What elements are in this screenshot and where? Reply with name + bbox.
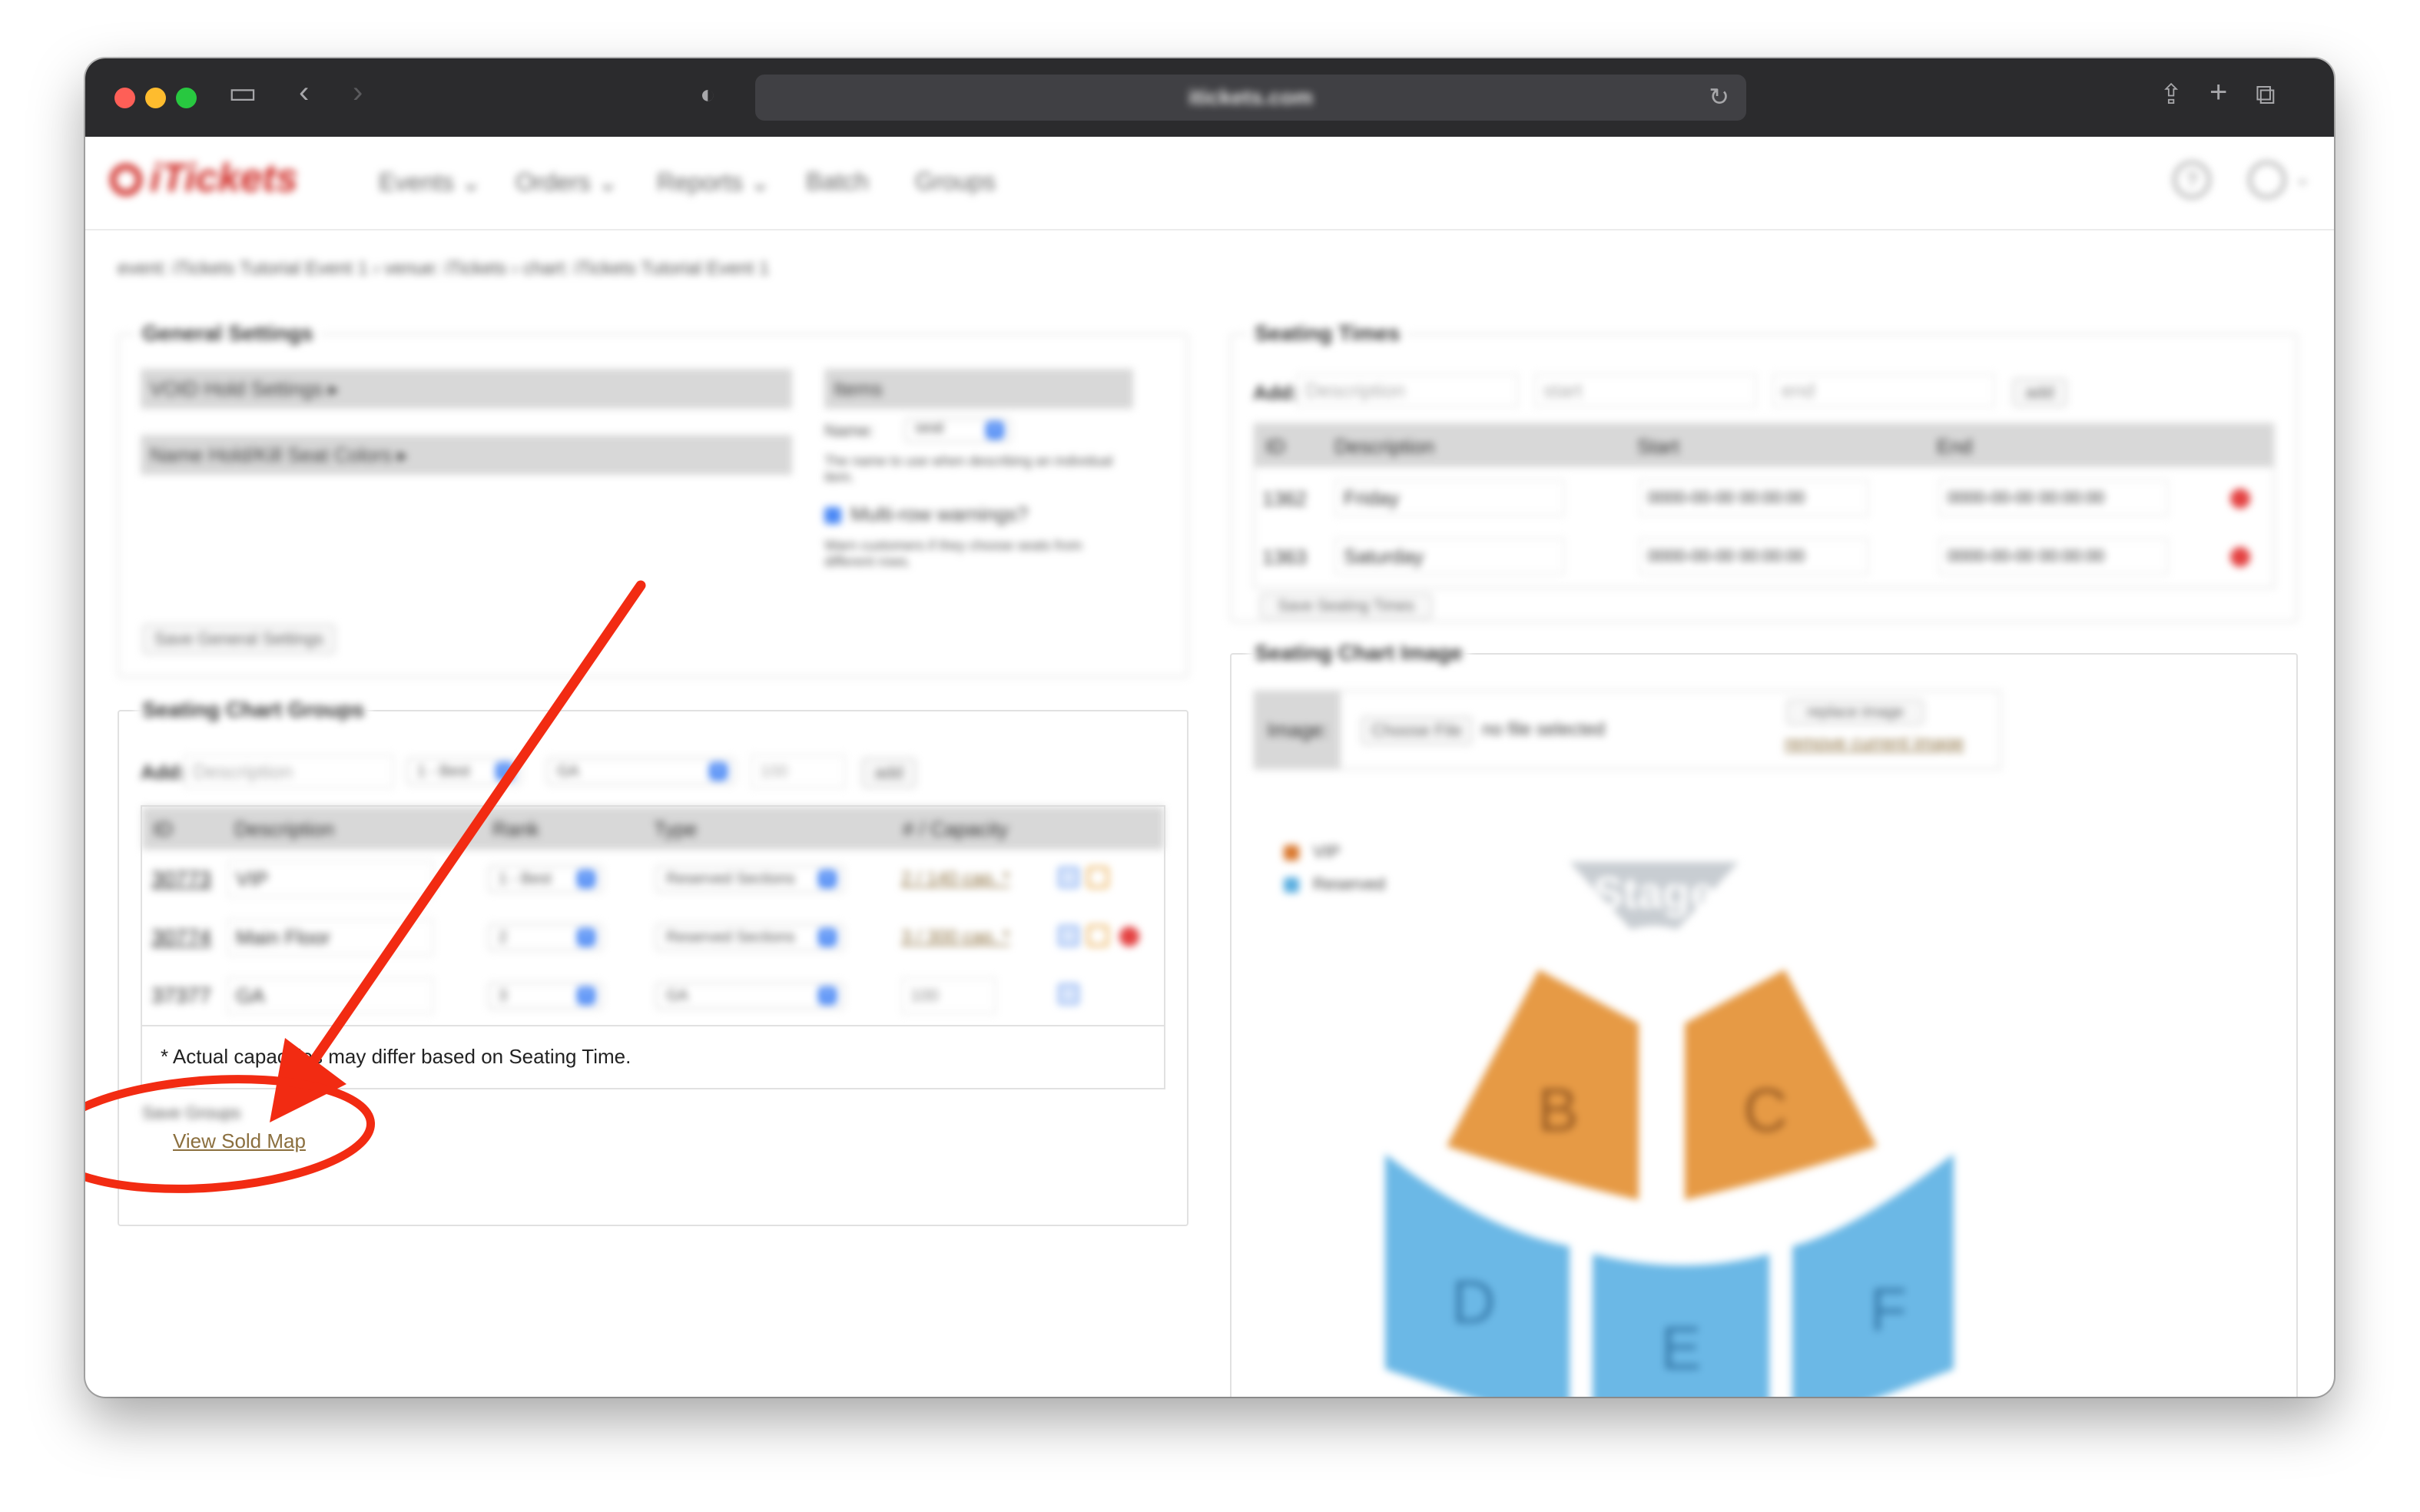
annotation-arrow-line — [295, 580, 646, 1086]
annotation-overlay — [85, 580, 646, 1193]
annotation-highlight-circle — [85, 1075, 376, 1193]
browser-window: ▭ ‹ › ◐ itickets.com ↻ ⇪ + ⧉ iTickets Ev… — [85, 58, 2334, 1397]
